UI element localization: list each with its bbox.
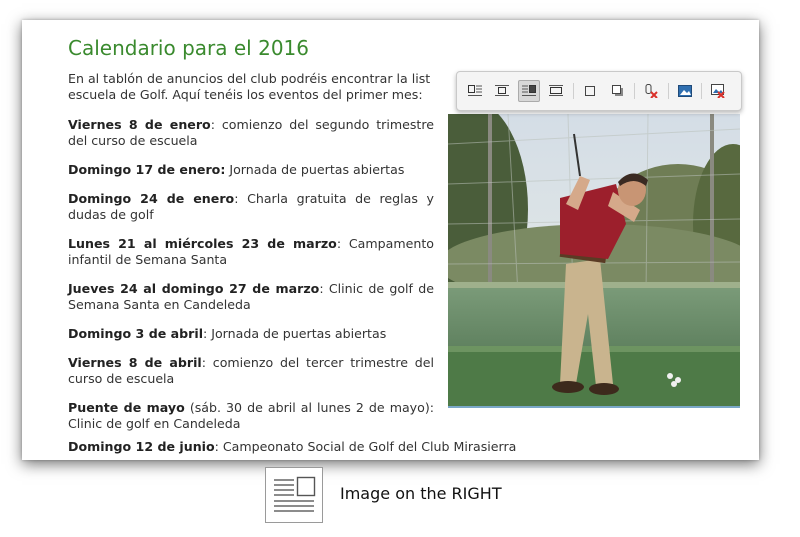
remove-image-button[interactable] <box>707 80 729 102</box>
event-date: Domingo 17 de enero: <box>68 162 226 177</box>
intro-line-2: escuela de Golf. Aquí tenéis los eventos… <box>68 87 423 102</box>
event-item: Lunes 21 al miércoles 23 de marzo: Campa… <box>68 236 435 267</box>
event-date: Domingo 12 de junio <box>68 439 215 454</box>
align-center-button[interactable] <box>491 80 513 102</box>
event-item: Viernes 8 de enero: comienzo del segundo… <box>68 117 435 148</box>
event-item: Domingo 17 de enero: Jornada de puertas … <box>68 162 434 178</box>
event-date: Jueves 24 al domingo 27 de marzo <box>68 281 320 296</box>
toolbar-divider <box>634 83 635 99</box>
toolbar-divider <box>573 83 574 99</box>
frame-icon <box>585 86 595 96</box>
event-item: Puente de mayo (sáb. 30 de abril al lune… <box>68 400 434 432</box>
layout-caption: Image on the RIGHT <box>340 484 502 503</box>
image-icon <box>678 85 692 97</box>
align-inline-left-icon <box>468 85 482 96</box>
shadow-button[interactable] <box>607 80 629 102</box>
intro-paragraph: En al tablón de anuncios del club podréi… <box>68 71 448 103</box>
golfer-photo-graphic <box>448 114 740 406</box>
align-right-button[interactable] <box>518 80 540 102</box>
image-right-layout-icon <box>265 467 323 523</box>
events-list: Viernes 8 de enero: comienzo del segundo… <box>68 117 434 445</box>
frame-button[interactable] <box>579 80 601 102</box>
event-text: Campeonato Social de Golf del Club Miras… <box>222 439 517 454</box>
align-block-icon <box>549 85 563 96</box>
event-item: Domingo 24 de enero: Charla gratuita de … <box>68 191 435 222</box>
edit-image-button[interactable] <box>674 80 696 102</box>
event-date: Domingo 24 de enero <box>68 191 235 206</box>
shadow-icon <box>612 85 623 96</box>
event-item: Domingo 3 de abril: Jornada de puertas a… <box>68 326 387 341</box>
remove-image-icon <box>711 84 725 98</box>
remove-link-button[interactable] <box>640 80 662 102</box>
event-date: Puente de mayo <box>68 400 185 415</box>
align-center-icon <box>495 85 509 96</box>
remove-link-icon <box>645 84 658 98</box>
event-date: Viernes 8 de abril <box>68 355 202 370</box>
event-item: Viernes 8 de abril: comienzo del tercer … <box>68 355 435 386</box>
event-item: Jueves 24 al domingo 27 de marzo: Clinic… <box>68 281 434 312</box>
page-title: Calendario para el 2016 <box>68 36 309 60</box>
event-item: Domingo 12 de junio: Campeonato Social d… <box>68 439 517 454</box>
align-right-icon <box>522 85 536 96</box>
align-block-button[interactable] <box>545 80 567 102</box>
event-date: Domingo 3 de abril <box>68 326 204 341</box>
event-text: Jornada de puertas abiertas <box>229 162 405 177</box>
event-date: Lunes 21 al miércoles 23 de marzo <box>68 236 337 251</box>
align-inline-left-button[interactable] <box>464 80 486 102</box>
event-date: Viernes 8 de enero <box>68 117 211 132</box>
intro-line-1: En al tablón de anuncios del club podréi… <box>68 71 431 86</box>
event-text: Jornada de puertas abiertas <box>211 326 387 341</box>
toolbar-divider <box>668 83 669 99</box>
image-toolbar <box>456 71 742 111</box>
toolbar-divider <box>701 83 702 99</box>
golfer-image[interactable] <box>448 114 740 408</box>
